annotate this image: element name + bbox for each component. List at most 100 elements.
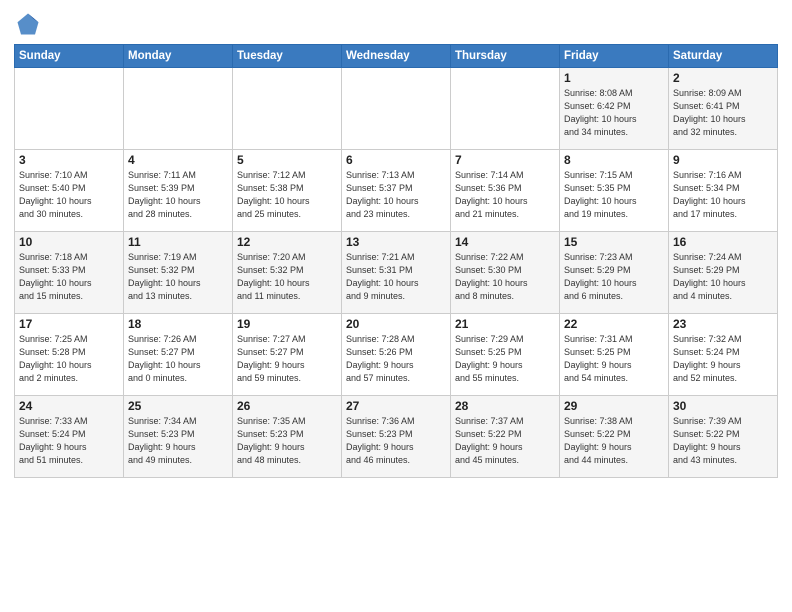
day-cell: 21 Sunrise: 7:29 AM Sunset: 5:25 PM Dayli… — [451, 314, 560, 396]
day-info: Sunrise: 7:25 AM Sunset: 5:28 PM Dayligh… — [19, 333, 119, 385]
day-info: Sunrise: 7:11 AM Sunset: 5:39 PM Dayligh… — [128, 169, 228, 221]
day-number: 1 — [564, 71, 664, 85]
day-number: 3 — [19, 153, 119, 167]
day-number: 23 — [673, 317, 773, 331]
day-info: Sunrise: 7:18 AM Sunset: 5:33 PM Dayligh… — [19, 251, 119, 303]
day-number: 7 — [455, 153, 555, 167]
day-cell: 1 Sunrise: 8:08 AM Sunset: 6:42 PM Daylig… — [560, 68, 669, 150]
day-number: 22 — [564, 317, 664, 331]
week-row-4: 17 Sunrise: 7:25 AM Sunset: 5:28 PM Dayli… — [15, 314, 778, 396]
weekday-saturday: Saturday — [669, 45, 778, 68]
day-info: Sunrise: 8:09 AM Sunset: 6:41 PM Dayligh… — [673, 87, 773, 139]
day-cell — [124, 68, 233, 150]
day-cell: 20 Sunrise: 7:28 AM Sunset: 5:26 PM Dayli… — [342, 314, 451, 396]
day-cell: 4 Sunrise: 7:11 AM Sunset: 5:39 PM Daylig… — [124, 150, 233, 232]
weekday-sunday: Sunday — [15, 45, 124, 68]
day-info: Sunrise: 7:29 AM Sunset: 5:25 PM Dayligh… — [455, 333, 555, 385]
day-cell: 13Sunrise: 7:21 AM Sunset: 5:31 PM Dayli… — [342, 232, 451, 314]
day-cell: 14 Sunrise: 7:22 AM Sunset: 5:30 PM Dayli… — [451, 232, 560, 314]
day-info: Sunrise: 7:16 AM Sunset: 5:34 PM Dayligh… — [673, 169, 773, 221]
day-cell — [342, 68, 451, 150]
day-number: 26 — [237, 399, 337, 413]
day-cell: 25Sunrise: 7:34 AM Sunset: 5:23 PM Dayli… — [124, 396, 233, 478]
day-info: Sunrise: 7:13 AM Sunset: 5:37 PM Dayligh… — [346, 169, 446, 221]
day-cell: 28Sunrise: 7:37 AM Sunset: 5:22 PM Dayli… — [451, 396, 560, 478]
day-number: 27 — [346, 399, 446, 413]
day-info: Sunrise: 7:24 AM Sunset: 5:29 PM Dayligh… — [673, 251, 773, 303]
day-number: 14 — [455, 235, 555, 249]
day-number: 16 — [673, 235, 773, 249]
day-number: 11 — [128, 235, 228, 249]
day-cell: 2 Sunrise: 8:09 AM Sunset: 6:41 PM Daylig… — [669, 68, 778, 150]
day-number: 8 — [564, 153, 664, 167]
day-info: Sunrise: 7:33 AM Sunset: 5:24 PM Dayligh… — [19, 415, 119, 467]
day-number: 24 — [19, 399, 119, 413]
day-number: 17 — [19, 317, 119, 331]
week-row-1: 1 Sunrise: 8:08 AM Sunset: 6:42 PM Daylig… — [15, 68, 778, 150]
day-cell: 12 Sunrise: 7:20 AM Sunset: 5:32 PM Dayli… — [233, 232, 342, 314]
calendar-table: SundayMondayTuesdayWednesdayThursdayFrid… — [14, 44, 778, 478]
week-row-5: 24 Sunrise: 7:33 AM Sunset: 5:24 PM Dayli… — [15, 396, 778, 478]
day-info: Sunrise: 7:19 AM Sunset: 5:32 PM Dayligh… — [128, 251, 228, 303]
day-cell: 17 Sunrise: 7:25 AM Sunset: 5:28 PM Dayli… — [15, 314, 124, 396]
day-number: 30 — [673, 399, 773, 413]
day-info: Sunrise: 7:22 AM Sunset: 5:30 PM Dayligh… — [455, 251, 555, 303]
weekday-header-row: SundayMondayTuesdayWednesdayThursdayFrid… — [15, 45, 778, 68]
day-info: Sunrise: 7:32 AM Sunset: 5:24 PM Dayligh… — [673, 333, 773, 385]
page: SundayMondayTuesdayWednesdayThursdayFrid… — [0, 0, 792, 486]
week-row-2: 3 Sunrise: 7:10 AM Sunset: 5:40 PM Daylig… — [15, 150, 778, 232]
day-info: Sunrise: 7:20 AM Sunset: 5:32 PM Dayligh… — [237, 251, 337, 303]
day-cell: 16 Sunrise: 7:24 AM Sunset: 5:29 PM Dayli… — [669, 232, 778, 314]
day-cell: 27 Sunrise: 7:36 AM Sunset: 5:23 PM Dayli… — [342, 396, 451, 478]
day-cell: 29 Sunrise: 7:38 AM Sunset: 5:22 PM Dayli… — [560, 396, 669, 478]
day-cell: 3 Sunrise: 7:10 AM Sunset: 5:40 PM Daylig… — [15, 150, 124, 232]
day-cell: 18 Sunrise: 7:26 AM Sunset: 5:27 PM Dayli… — [124, 314, 233, 396]
day-info: Sunrise: 7:37 AM Sunset: 5:22 PM Dayligh… — [455, 415, 555, 467]
day-info: Sunrise: 7:14 AM Sunset: 5:36 PM Dayligh… — [455, 169, 555, 221]
day-number: 4 — [128, 153, 228, 167]
weekday-wednesday: Wednesday — [342, 45, 451, 68]
logo — [14, 10, 46, 38]
day-cell: 7 Sunrise: 7:14 AM Sunset: 5:36 PM Daylig… — [451, 150, 560, 232]
day-cell: 30 Sunrise: 7:39 AM Sunset: 5:22 PM Dayli… — [669, 396, 778, 478]
day-info: Sunrise: 7:39 AM Sunset: 5:22 PM Dayligh… — [673, 415, 773, 467]
day-number: 21 — [455, 317, 555, 331]
day-number: 10 — [19, 235, 119, 249]
day-info: Sunrise: 7:36 AM Sunset: 5:23 PM Dayligh… — [346, 415, 446, 467]
day-info: Sunrise: 7:10 AM Sunset: 5:40 PM Dayligh… — [19, 169, 119, 221]
day-cell: 15Sunrise: 7:23 AM Sunset: 5:29 PM Dayli… — [560, 232, 669, 314]
day-info: Sunrise: 7:23 AM Sunset: 5:29 PM Dayligh… — [564, 251, 664, 303]
day-number: 5 — [237, 153, 337, 167]
day-cell: 10 Sunrise: 7:18 AM Sunset: 5:33 PM Dayli… — [15, 232, 124, 314]
day-info: Sunrise: 7:35 AM Sunset: 5:23 PM Dayligh… — [237, 415, 337, 467]
day-info: Sunrise: 7:27 AM Sunset: 5:27 PM Dayligh… — [237, 333, 337, 385]
day-cell: 11 Sunrise: 7:19 AM Sunset: 5:32 PM Dayli… — [124, 232, 233, 314]
weekday-friday: Friday — [560, 45, 669, 68]
day-info: Sunrise: 7:28 AM Sunset: 5:26 PM Dayligh… — [346, 333, 446, 385]
day-cell: 19 Sunrise: 7:27 AM Sunset: 5:27 PM Dayli… — [233, 314, 342, 396]
day-number: 9 — [673, 153, 773, 167]
day-cell: 6Sunrise: 7:13 AM Sunset: 5:37 PM Daylig… — [342, 150, 451, 232]
day-info: Sunrise: 7:21 AM Sunset: 5:31 PM Dayligh… — [346, 251, 446, 303]
weekday-tuesday: Tuesday — [233, 45, 342, 68]
day-number: 12 — [237, 235, 337, 249]
day-cell: 8 Sunrise: 7:15 AM Sunset: 5:35 PM Daylig… — [560, 150, 669, 232]
day-cell: 5Sunrise: 7:12 AM Sunset: 5:38 PM Daylig… — [233, 150, 342, 232]
week-row-3: 10 Sunrise: 7:18 AM Sunset: 5:33 PM Dayli… — [15, 232, 778, 314]
day-info: Sunrise: 8:08 AM Sunset: 6:42 PM Dayligh… — [564, 87, 664, 139]
day-number: 2 — [673, 71, 773, 85]
day-info: Sunrise: 7:15 AM Sunset: 5:35 PM Dayligh… — [564, 169, 664, 221]
weekday-thursday: Thursday — [451, 45, 560, 68]
day-info: Sunrise: 7:38 AM Sunset: 5:22 PM Dayligh… — [564, 415, 664, 467]
day-number: 19 — [237, 317, 337, 331]
day-number: 20 — [346, 317, 446, 331]
logo-icon — [14, 10, 42, 38]
day-number: 29 — [564, 399, 664, 413]
day-cell: 23 Sunrise: 7:32 AM Sunset: 5:24 PM Dayli… — [669, 314, 778, 396]
day-info: Sunrise: 7:26 AM Sunset: 5:27 PM Dayligh… — [128, 333, 228, 385]
day-cell — [15, 68, 124, 150]
day-info: Sunrise: 7:34 AM Sunset: 5:23 PM Dayligh… — [128, 415, 228, 467]
day-number: 18 — [128, 317, 228, 331]
day-cell: 26 Sunrise: 7:35 AM Sunset: 5:23 PM Dayli… — [233, 396, 342, 478]
day-cell: 22Sunrise: 7:31 AM Sunset: 5:25 PM Dayli… — [560, 314, 669, 396]
